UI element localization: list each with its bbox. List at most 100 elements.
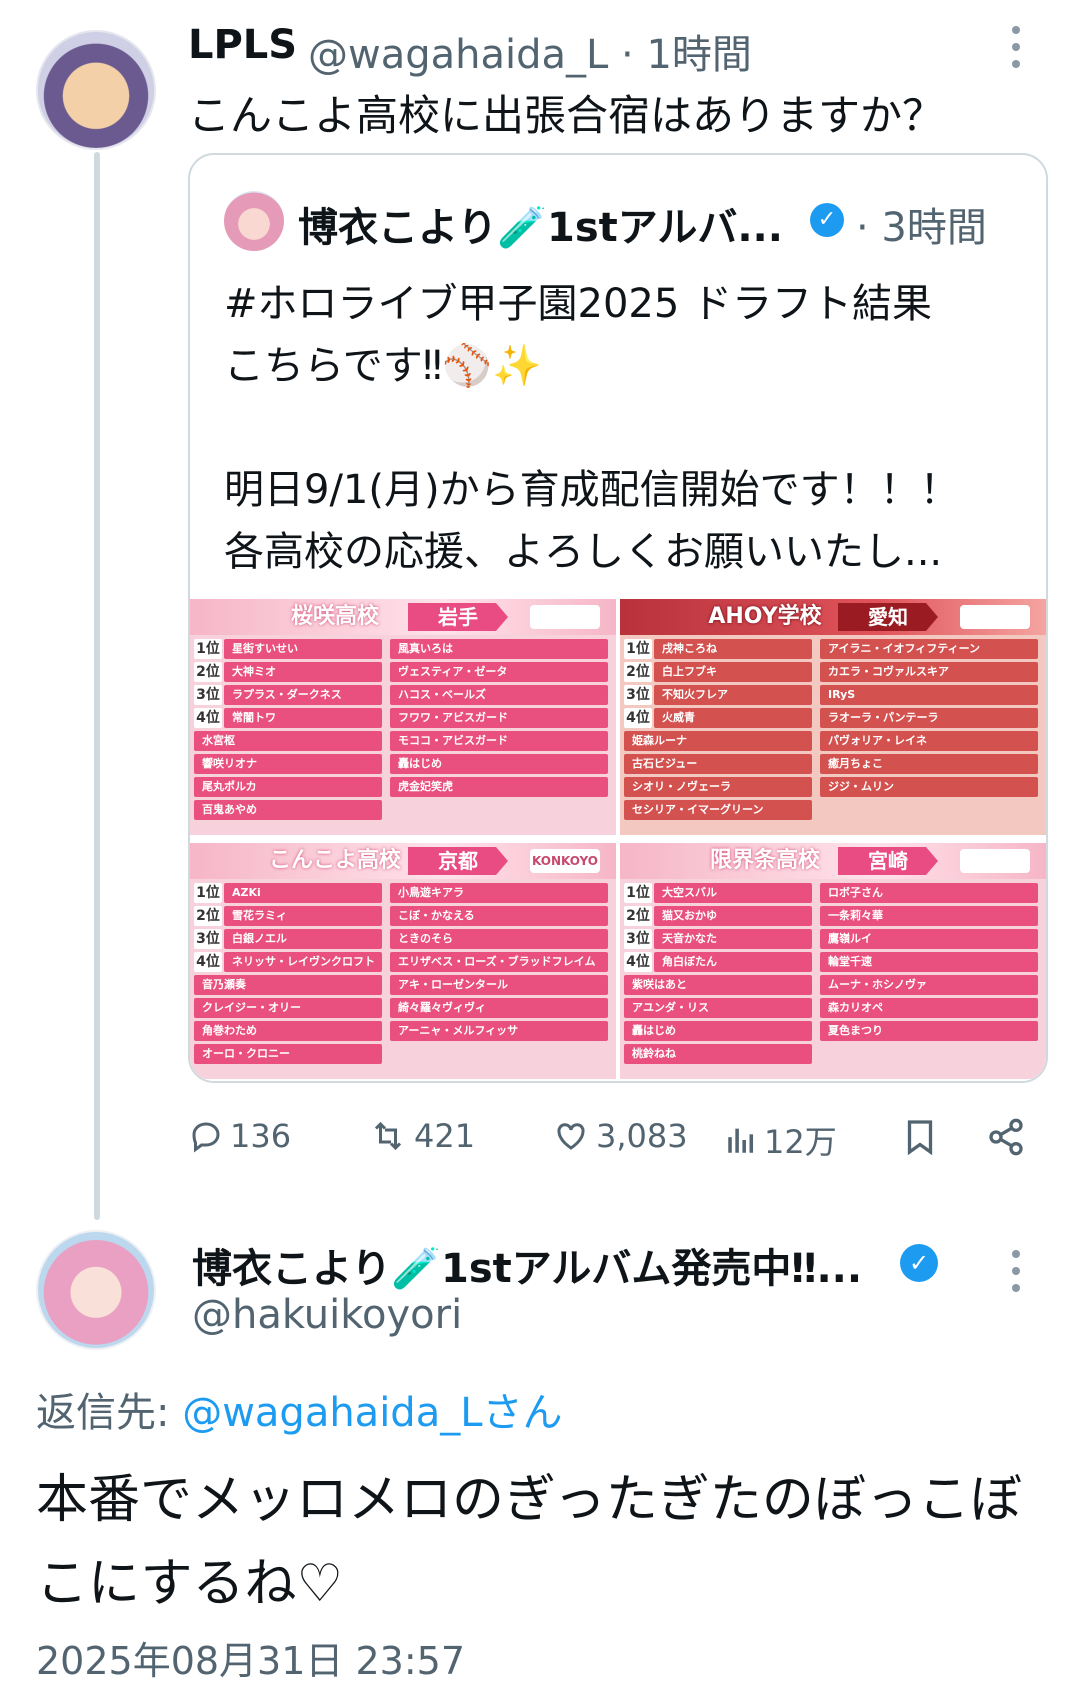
school-name: こんこよ高校 (268, 848, 401, 873)
draft-pick: 百鬼あやめ (194, 800, 382, 820)
draft-rank: 1位 (194, 639, 222, 659)
views-button[interactable]: 12万 (724, 1117, 837, 1163)
retweet-count: 421 (414, 1117, 476, 1155)
school-name: AHOY学校 (708, 604, 822, 629)
like-button[interactable]: 3,083 (552, 1117, 688, 1155)
draft-rank: 4位 (194, 952, 222, 972)
draft-rank: 3位 (194, 929, 222, 949)
draft-rank: 2位 (194, 662, 222, 682)
draft-pick: ムーナ・ホシノヴァ (820, 975, 1038, 995)
draft-pick: 夏色まつり (820, 1021, 1038, 1041)
draft-rank: 3位 (194, 685, 222, 705)
draft-rank: 3位 (624, 685, 652, 705)
draft-pick: 猫又おかゆ (654, 906, 812, 926)
draft-rank: 4位 (624, 952, 652, 972)
reply-button[interactable]: 136 (188, 1117, 291, 1155)
tweet-text: こんこよ高校に出張合宿はありますか？ (188, 91, 945, 140)
draft-rank: 1位 (624, 883, 652, 903)
draft-pick: 雪花ラミィ (224, 906, 382, 926)
draft-pick: AZKi (224, 883, 382, 903)
draft-pick: こぼ・かなえる (390, 906, 608, 926)
quoted-avatar[interactable] (224, 191, 284, 251)
retweet-button[interactable]: 421 (368, 1117, 475, 1155)
draft-pick: 紫咲はあと (624, 975, 812, 995)
draft-pick: 火威青 (654, 708, 812, 728)
author-name[interactable]: LPLS (188, 22, 297, 68)
draft-pick: 古石ビジュー (624, 754, 812, 774)
quoted-tweet-text: #ホロライブ甲子園2025 ドラフト結果 こちらです‼⚾✨ 明日9/1(月)から… (224, 281, 960, 575)
draft-pick: アーニャ・メルフィッサ (390, 1021, 608, 1041)
school-logo (530, 605, 600, 629)
draft-pick: 星街すいせい (224, 639, 382, 659)
draft-panel: AHOY学校 愛知 1位 戌神ころね 2位 白上フブキ 3位 不知火フレア 4位 火威青 姫森ルーナ… (620, 599, 1046, 835)
reply-author-name[interactable]: 博衣こより🧪1stアルバム発売中‼... (192, 1236, 862, 1294)
draft-pick: 白銀ノエル (224, 929, 382, 949)
draft-pick: 天音かなた (654, 929, 812, 949)
draft-pick: 虎金妃笑虎 (390, 777, 608, 797)
draft-pick: ジジ・ムリン (820, 777, 1038, 797)
draft-pick: 不知火フレア (654, 685, 812, 705)
draft-rank: 1位 (194, 883, 222, 903)
draft-pick: 戌神ころね (654, 639, 812, 659)
avatar-lpls[interactable] (36, 30, 156, 150)
draft-pick: 音乃瀬奏 (194, 975, 382, 995)
draft-pick: アキ・ローゼンタール (390, 975, 608, 995)
reply-to-mention-link[interactable]: @wagahaida_Lさん (182, 1390, 562, 1436)
draft-pick: 尾丸ポルカ (194, 777, 382, 797)
school-logo (960, 605, 1030, 629)
draft-pick: セシリア・イマーグリーン (624, 800, 812, 820)
draft-panel: こんこよ高校 京都 KONKOYO 1位 AZKi 2位 雪花ラミィ 3位 白銀ノエル 4位 ネリッ… (190, 843, 616, 1079)
more-icon[interactable] (1012, 1250, 1020, 1292)
retweet-icon (374, 1121, 402, 1151)
verified-icon: ✓ (900, 1244, 938, 1282)
share-icon (989, 1118, 1023, 1156)
views-count: 12万 (764, 1123, 837, 1161)
draft-panel: 桜咲高校 岩手 1位 星街すいせい 2位 大神ミオ 3位 ラプラス・ダークネス 4位 常闇トワ 水宮… (190, 599, 616, 835)
draft-pick: 角巻わため (194, 1021, 382, 1041)
draft-rank: 2位 (624, 906, 652, 926)
draft-pick: ロボ子さん (820, 883, 1038, 903)
reply-author-handle[interactable]: @hakuikoyori (192, 1292, 462, 1338)
draft-pick: 鷹嶺ルイ (820, 929, 1038, 949)
verified-icon: ✓ (810, 203, 844, 237)
draft-pick: 森カリオペ (820, 998, 1038, 1018)
draft-pick: 姫森ルーナ (624, 731, 812, 751)
bookmark-button[interactable] (902, 1117, 938, 1157)
draft-pick: ネリッサ・レイヴンクロフト (224, 952, 382, 972)
draft-result-image[interactable]: 桜咲高校 岩手 1位 星街すいせい 2位 大神ミオ 3位 ラプラス・ダークネス 4位 常闇トワ 水宮… (190, 599, 1046, 1081)
share-button[interactable] (986, 1117, 1026, 1157)
draft-rank: 3位 (624, 929, 652, 949)
draft-pick: 常闇トワ (224, 708, 382, 728)
bookmark-icon (907, 1120, 933, 1156)
prefecture-label: 京都 (408, 847, 508, 875)
author-handle-time[interactable]: @wagahaida_L · 1時間 (308, 22, 752, 80)
quoted-author-name[interactable]: 博衣こより🧪1stアルバ... (298, 195, 783, 253)
draft-pick: ときのそら (390, 929, 608, 949)
draft-pick: オーロ・クロニー (194, 1044, 382, 1064)
reply-to-line: 返信先: @wagahaida_Lさん (36, 1380, 563, 1438)
draft-pick: エリザベス・ローズ・ブラッドフレイム (390, 952, 608, 972)
more-icon[interactable] (1012, 26, 1020, 68)
avatar-hakuikoyori[interactable] (36, 1230, 156, 1350)
draft-pick: クレイジー・オリー (194, 998, 382, 1018)
draft-pick: 角白ぼたん (654, 952, 812, 972)
views-icon (728, 1128, 754, 1153)
draft-pick: IRyS (820, 685, 1038, 705)
draft-pick: ラオーラ・パンテーラ (820, 708, 1038, 728)
reply-icon (192, 1122, 220, 1153)
draft-pick: 癒月ちょこ (820, 754, 1038, 774)
draft-rank: 1位 (624, 639, 652, 659)
draft-pick: モココ・アビスガード (390, 731, 608, 751)
draft-pick: アユンダ・リス (624, 998, 812, 1018)
draft-pick: シオリ・ノヴェーラ (624, 777, 812, 797)
draft-pick: 大神ミオ (224, 662, 382, 682)
draft-pick: カエラ・コヴァルスキア (820, 662, 1038, 682)
draft-pick: 一条莉々華 (820, 906, 1038, 926)
tweet-timestamp[interactable]: 2025年08月31日 23:57 (36, 1630, 465, 1685)
school-logo (960, 849, 1030, 873)
draft-rank: 2位 (194, 906, 222, 926)
prefecture-label: 愛知 (838, 603, 938, 631)
quoted-tweet-card[interactable]: 博衣こより🧪1stアルバ... ✓ · 3時間 #ホロライブ甲子園2025 ドラ… (188, 153, 1048, 1083)
prefecture-label: 宮崎 (838, 847, 938, 875)
draft-pick: ハコス・ベールズ (390, 685, 608, 705)
